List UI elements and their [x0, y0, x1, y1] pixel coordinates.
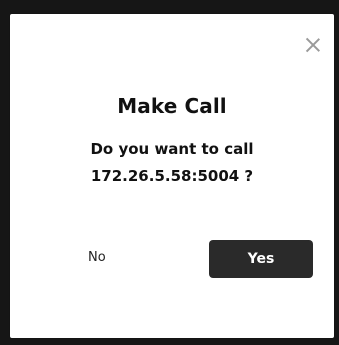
dialog-message: Do you want to call 172.26.5.58:5004 ? — [10, 136, 334, 190]
close-icon[interactable] — [304, 36, 322, 54]
dialog-title: Make Call — [117, 94, 227, 118]
screen: Make Call Do you want to call 172.26.5.5… — [0, 0, 339, 345]
yes-button[interactable]: Yes — [209, 240, 313, 278]
message-line-2: 172.26.5.58:5004 ? — [90, 167, 254, 185]
message-line-1: Do you want to call — [90, 140, 254, 158]
make-call-dialog: Make Call Do you want to call 172.26.5.5… — [10, 14, 334, 338]
no-button[interactable]: No — [88, 250, 106, 265]
